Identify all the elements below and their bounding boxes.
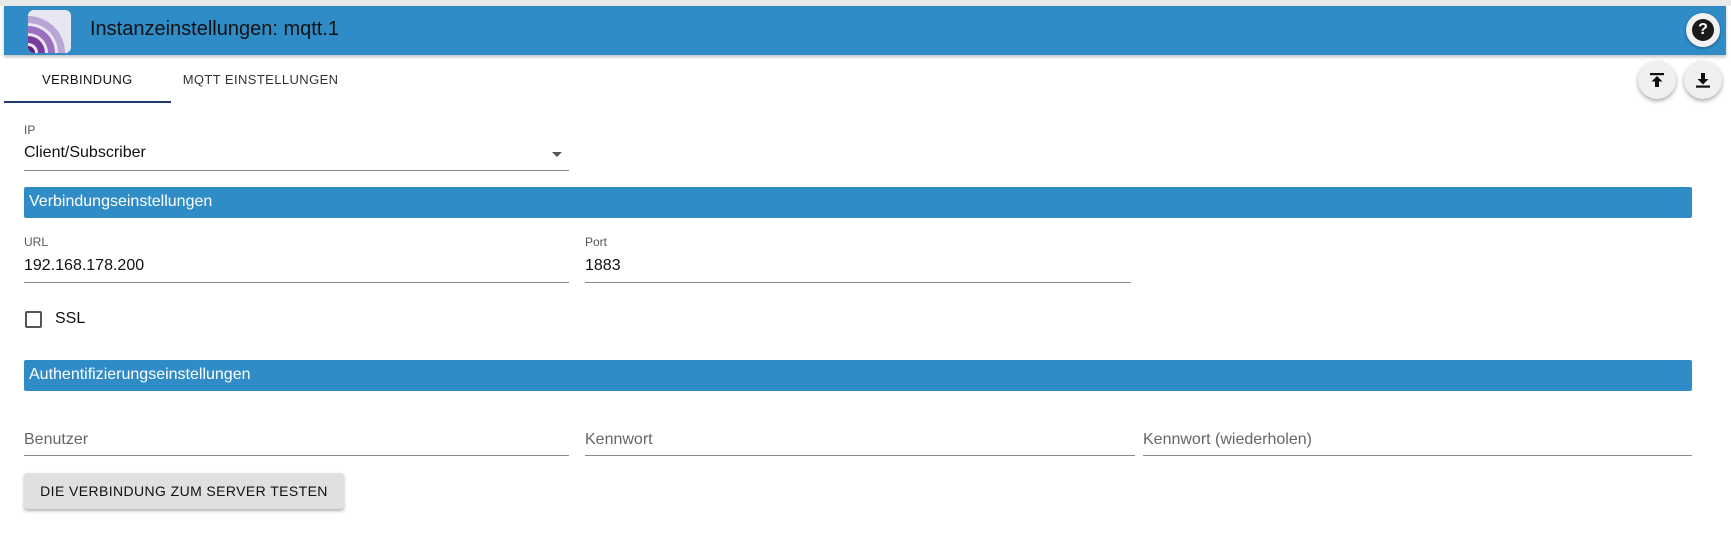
url-input[interactable]: 192.168.178.200 [24,257,144,275]
password-underline [585,455,1135,456]
port-label: Port [585,235,608,249]
download-config-button[interactable] [1684,61,1722,99]
ssl-checkbox[interactable] [25,311,42,328]
password-repeat-field[interactable]: Kennwort (wiederholen) [1143,431,1312,449]
instance-settings-dialog: Instanzeinstellungen: mqtt.1 ? VERBINDUN… [0,0,1731,545]
help-button[interactable]: ? [1686,13,1720,47]
port-underline [585,282,1131,283]
question-circle-icon: ? [1692,19,1714,41]
download-icon [1696,73,1710,88]
password-field[interactable]: Kennwort [585,431,653,449]
ssl-label: SSL [55,310,86,327]
url-underline [24,282,569,283]
user-field[interactable]: Benutzer [24,431,88,449]
tab-verbindung[interactable]: VERBINDUNG [4,55,171,103]
chevron-down-icon[interactable] [552,152,562,157]
ip-select[interactable]: Client/Subscriber [24,144,146,162]
auth-section-header: Authentifizierungseinstellungen [24,360,1692,391]
port-input[interactable]: 1883 [585,257,621,275]
auth-section-title: Authentifizierungseinstellungen [29,366,251,383]
connection-section-header: Verbindungseinstellungen [24,187,1692,218]
tab-mqtt-einstellungen[interactable]: MQTT EINSTELLUNGEN [171,55,351,103]
test-connection-button[interactable]: DIE VERBINDUNG ZUM SERVER TESTEN [24,473,344,509]
url-label: URL [24,235,49,249]
mqtt-logo-icon [28,10,71,53]
password-repeat-underline [1143,455,1692,456]
ip-select-label: IP [24,123,36,137]
header-bar: Instanzeinstellungen: mqtt.1 ? [4,6,1726,55]
page-title: Instanzeinstellungen: mqtt.1 [90,18,340,40]
upload-config-button[interactable] [1638,61,1676,99]
tab-bar: VERBINDUNG MQTT EINSTELLUNGEN [4,55,350,103]
ip-select-underline [24,170,569,171]
connection-section-title: Verbindungseinstellungen [29,193,213,210]
upload-to-top-icon [1650,73,1664,87]
user-underline [24,455,569,456]
